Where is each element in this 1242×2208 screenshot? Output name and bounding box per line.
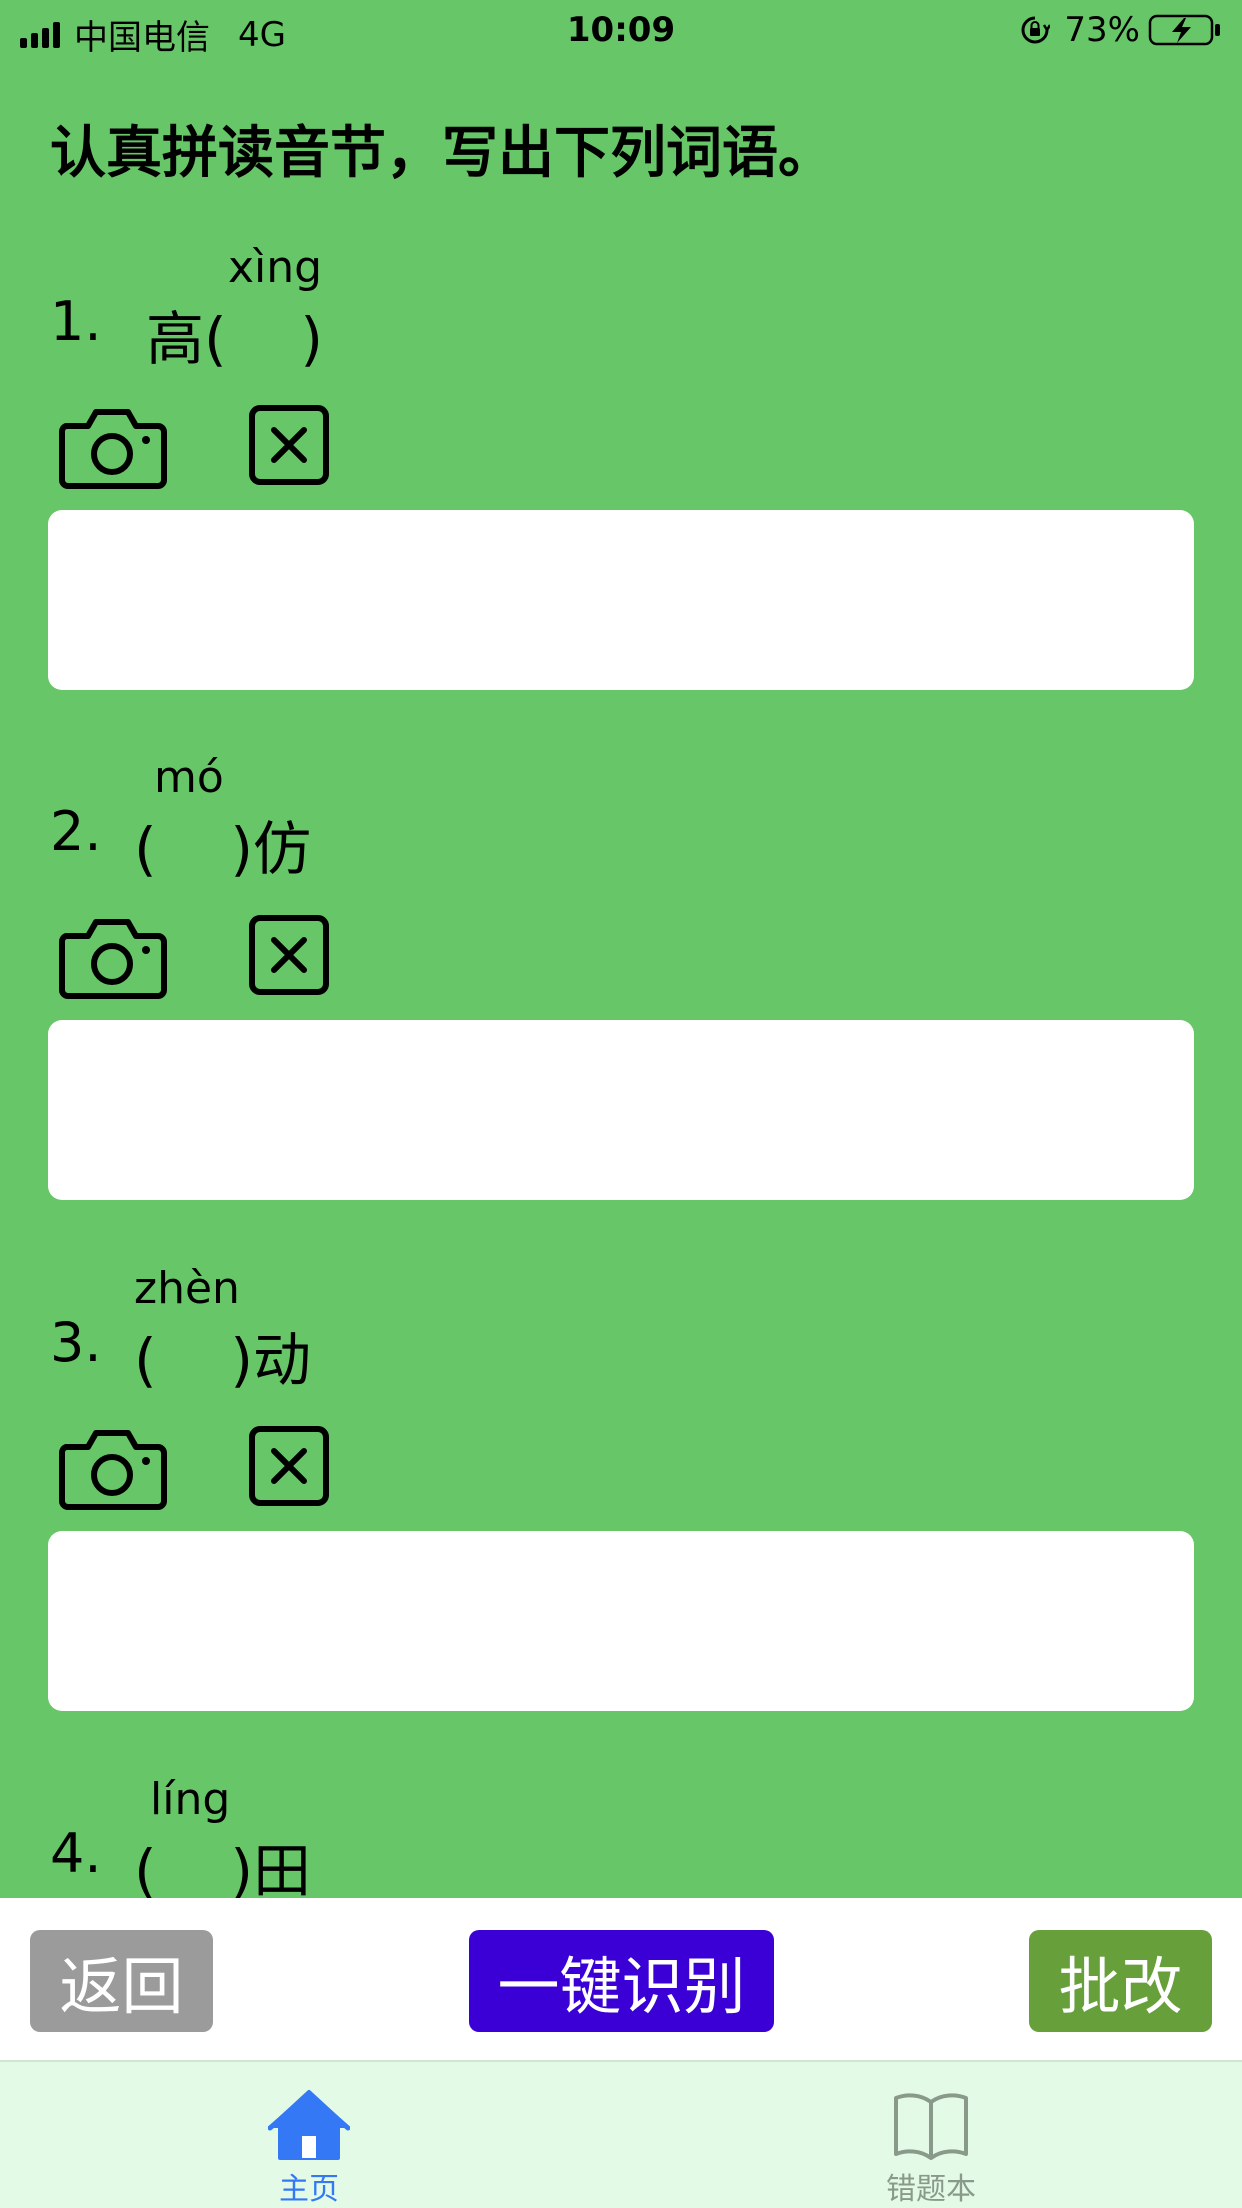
camera-icon[interactable] [58, 1425, 168, 1511]
tab-bar: 主页 错题本 [0, 2060, 1242, 2208]
question-word: ( )动 [134, 1326, 312, 1394]
camera-icon[interactable] [58, 404, 168, 490]
book-icon [894, 2093, 968, 2160]
question-number: 4. [50, 1822, 102, 1885]
answer-field[interactable] [48, 510, 1194, 690]
question-number: 1. [50, 290, 102, 353]
camera-icon[interactable] [58, 914, 168, 1000]
question-pinyin: líng [150, 1774, 231, 1825]
question-word: ( )仿 [134, 815, 312, 883]
answer-field[interactable] [48, 1531, 1194, 1711]
clear-icon[interactable] [248, 1425, 330, 1507]
answer-field[interactable] [48, 1020, 1194, 1200]
tab-home[interactable]: 主页 [189, 2088, 429, 2208]
tab-mistakes[interactable]: 错题本 [811, 2088, 1051, 2208]
question-pinyin: xìng [228, 242, 323, 293]
page-title: 认真拼读音节，写出下列词语。 [50, 121, 834, 186]
clear-icon[interactable] [248, 404, 330, 486]
action-bar: 返回 一键识别 批改 [0, 1898, 1242, 2060]
question-word: ( )田 [134, 1837, 312, 1898]
clear-icon[interactable] [248, 914, 330, 996]
grade-button[interactable]: 批改 [1029, 1930, 1212, 2032]
scroll-content[interactable]: 认真拼读音节，写出下列词语。 1. xìng 高( ) 2. mó ( )仿 3… [0, 0, 1242, 1898]
question-word: 高( ) [146, 305, 324, 373]
question-number: 3. [50, 1311, 102, 1374]
recognize-all-button[interactable]: 一键识别 [469, 1930, 774, 2032]
tab-mistakes-label: 错题本 [886, 2172, 976, 2207]
back-button[interactable]: 返回 [30, 1930, 213, 2032]
question-number: 2. [50, 800, 102, 863]
tab-home-label: 主页 [279, 2172, 339, 2207]
question-pinyin: mó [154, 752, 224, 803]
home-icon [268, 2090, 350, 2160]
question-pinyin: zhèn [134, 1263, 240, 1314]
